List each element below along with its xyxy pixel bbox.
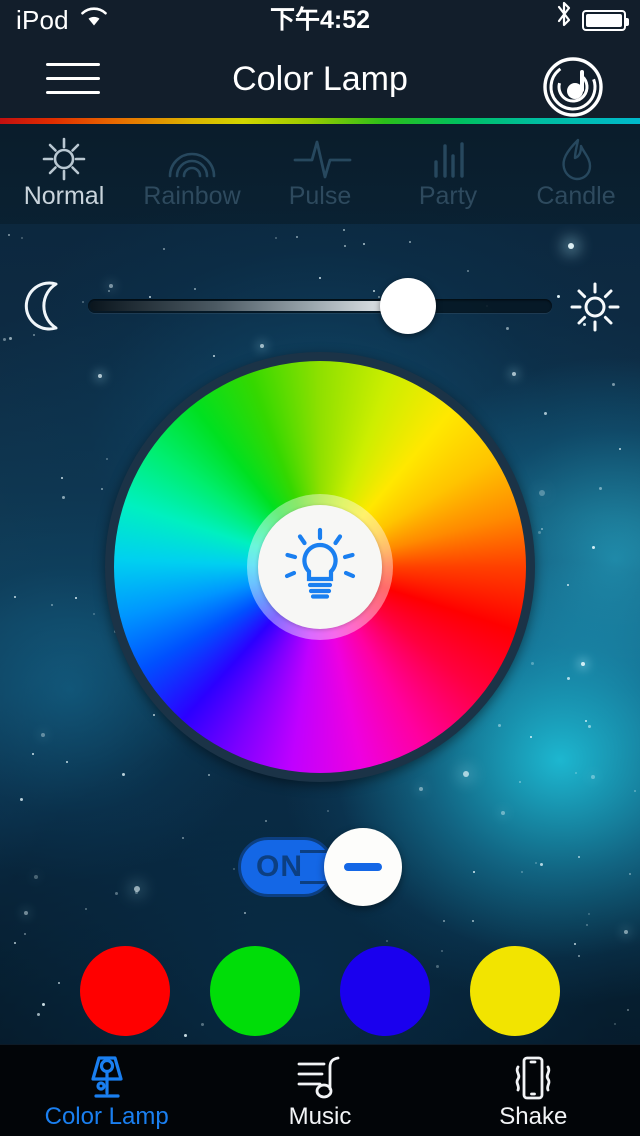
power-toggle[interactable]: ON bbox=[238, 828, 402, 906]
rainbow-icon bbox=[164, 134, 220, 184]
pulse-icon bbox=[292, 134, 352, 184]
status-bar: iPod 下午4:52 bbox=[0, 0, 640, 40]
sun-icon bbox=[36, 134, 92, 184]
status-bar-clock: 下午4:52 bbox=[269, 6, 371, 34]
color-wheel-container bbox=[105, 352, 535, 782]
brightness-slider-thumb[interactable] bbox=[380, 278, 437, 334]
music-disc-icon[interactable] bbox=[542, 56, 604, 118]
brightness-slider-track[interactable] bbox=[88, 278, 552, 334]
mode-label-rainbow: Rainbow bbox=[143, 182, 241, 210]
mode-item-party[interactable]: Party bbox=[384, 124, 512, 224]
power-toggle-knob[interactable] bbox=[324, 828, 402, 906]
tab-color-lamp[interactable]: Color Lamp bbox=[0, 1045, 213, 1136]
shake-phone-icon bbox=[507, 1053, 559, 1103]
mode-item-normal[interactable]: Normal bbox=[0, 124, 128, 224]
mode-label-candle: Candle bbox=[536, 182, 616, 210]
tab-label-color-lamp: Color Lamp bbox=[44, 1103, 169, 1130]
preset-color-row bbox=[0, 946, 640, 1036]
lamp-icon bbox=[81, 1053, 133, 1103]
navigation-bar: Color Lamp bbox=[0, 40, 640, 118]
preset-swatch-blue[interactable] bbox=[340, 946, 430, 1036]
tab-music[interactable]: Music bbox=[213, 1045, 426, 1136]
mode-item-pulse[interactable]: Pulse bbox=[256, 124, 384, 224]
preset-swatch-red[interactable] bbox=[80, 946, 170, 1036]
mode-item-rainbow[interactable]: Rainbow bbox=[128, 124, 256, 224]
battery-icon bbox=[582, 9, 629, 31]
moon-icon bbox=[20, 278, 76, 334]
bluetooth-icon bbox=[555, 0, 573, 40]
color-wheel-center-inner bbox=[258, 505, 382, 629]
brightness-slider-fill bbox=[90, 301, 407, 311]
brightness-slider-row bbox=[0, 270, 640, 342]
lightbulb-icon bbox=[277, 522, 363, 613]
flame-icon bbox=[548, 134, 604, 184]
mode-item-candle[interactable]: Candle bbox=[512, 124, 640, 224]
minus-icon bbox=[344, 863, 382, 871]
mode-label-normal: Normal bbox=[23, 182, 105, 210]
tab-shake[interactable]: Shake bbox=[427, 1045, 640, 1136]
mode-label-party: Party bbox=[418, 182, 478, 210]
equalizer-icon bbox=[420, 134, 476, 184]
mode-label-pulse: Pulse bbox=[288, 182, 352, 210]
preset-swatch-green[interactable] bbox=[210, 946, 300, 1036]
sun-icon bbox=[568, 280, 622, 334]
status-bar-right bbox=[555, 0, 629, 40]
rainbow-gradient-strip bbox=[0, 118, 640, 124]
mode-selector-bar: Normal Rainbow Pulse Party Candle bbox=[0, 124, 640, 224]
preset-swatch-yellow[interactable] bbox=[470, 946, 560, 1036]
tab-label-shake: Shake bbox=[499, 1103, 568, 1130]
music-notes-icon bbox=[294, 1053, 346, 1103]
tab-label-music: Music bbox=[288, 1103, 352, 1130]
bottom-tab-bar: Color Lamp Music Shake bbox=[0, 1044, 640, 1136]
color-wheel-center-button[interactable] bbox=[247, 494, 393, 640]
